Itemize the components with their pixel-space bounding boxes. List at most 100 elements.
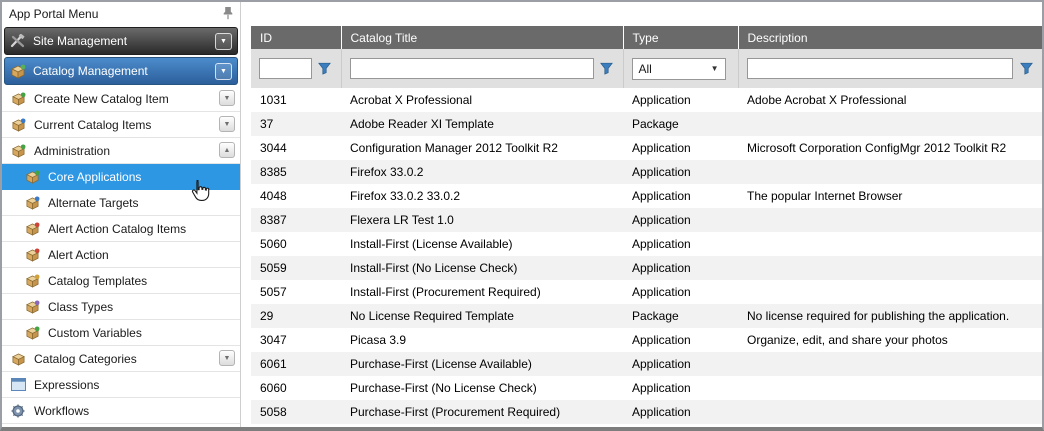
sidebar-item-label: Current Catalog Items [34,118,151,132]
table-row[interactable]: 5057Install-First (Procurement Required)… [251,280,1042,304]
catalog-grid-panel: ID Catalog Title Type Description [251,2,1042,427]
sidebar-item-current-catalog-items[interactable]: Current Catalog Items ▼ [2,112,240,138]
table-row[interactable]: 3044Configuration Manager 2012 Toolkit R… [251,136,1042,160]
collapse-button[interactable]: ▲ [219,142,235,158]
table-row[interactable]: 6060Purchase-First (No License Check)App… [251,376,1042,400]
sidebar-item-label: Class Types [48,300,113,314]
column-header-title[interactable]: Catalog Title [341,26,623,49]
table-row[interactable]: 29No License Required TemplatePackageNo … [251,304,1042,328]
expand-button[interactable]: ▼ [219,116,235,132]
cell-description [738,232,1042,256]
table-row[interactable]: 5059Install-First (No License Check)Appl… [251,256,1042,280]
sidebar-item-alert-action[interactable]: Alert Action [2,242,240,268]
group-label: Catalog Management [33,64,215,78]
id-filter-input[interactable] [259,58,312,79]
sidebar-item-class-types[interactable]: Class Types [2,294,240,320]
sidebar-item-label: Custom Variables [48,326,142,340]
table-row[interactable]: 37Adobe Reader XI TemplatePackage [251,112,1042,136]
sidebar-item-label: Alternate Targets [48,196,139,210]
cell-catalog-title: Adobe Reader XI Template [341,112,623,136]
type-filter-select[interactable]: All ▼ [632,58,726,80]
cell-catalog-title: Firefox 33.0.2 [341,160,623,184]
table-row[interactable]: 8385Firefox 33.0.2Application [251,160,1042,184]
cell-catalog-title: Purchase-First (Procurement Required) [341,400,623,424]
sidebar-item-label: Core Applications [48,170,141,184]
chevron-down-icon: ▼ [711,64,719,73]
cell-type: Application [623,232,738,256]
table-row[interactable]: 8387Flexera LR Test 1.0Application [251,208,1042,232]
chevron-down-icon[interactable]: ▼ [215,33,232,50]
catalog-table: ID Catalog Title Type Description [251,26,1042,424]
column-header-description[interactable]: Description [738,26,1042,49]
package-icon [25,300,42,314]
cell-type: Application [623,328,738,352]
cell-catalog-title: Install-First (Procurement Required) [341,280,623,304]
cell-id: 5057 [251,280,341,304]
cell-id: 6060 [251,376,341,400]
chevron-down-icon[interactable]: ▼ [215,63,232,80]
table-row[interactable]: 5060Install-First (License Available)App… [251,232,1042,256]
cell-id: 3044 [251,136,341,160]
expand-button[interactable]: ▼ [219,90,235,106]
group-label: Site Management [33,34,215,48]
cell-id: 29 [251,304,341,328]
cell-catalog-title: Purchase-First (No License Check) [341,376,623,400]
table-row[interactable]: 5058Purchase-First (Procurement Required… [251,400,1042,424]
cell-type: Application [623,280,738,304]
cell-description: No license required for publishing the a… [738,304,1042,328]
sidebar-item-label: Alert Action Catalog Items [48,222,186,236]
sidebar-item-label: Expressions [34,378,99,392]
table-row[interactable]: 1031Acrobat X ProfessionalApplicationAdo… [251,88,1042,112]
table-row[interactable]: 6061Purchase-First (License Available)Ap… [251,352,1042,376]
cell-description [738,160,1042,184]
sidebar-group-site-management[interactable]: Site Management ▼ [4,27,238,55]
sidebar-item-catalog-categories[interactable]: Catalog Categories▼ [2,346,240,372]
sidebar-item-create-new-catalog-item[interactable]: Create New Catalog Item▼ [2,86,240,112]
cell-type: Application [623,136,738,160]
sidebar-item-label: Catalog Templates [48,274,147,288]
title-filter-input[interactable] [350,58,594,79]
sidebar-item-workflows[interactable]: Workflows [2,398,240,424]
sidebar-item-alert-action-catalog-items[interactable]: Alert Action Catalog Items [2,216,240,242]
sidebar-item-core-applications[interactable]: Core Applications [2,164,240,190]
column-header-id[interactable]: ID [251,26,341,49]
sidebar-item-expressions[interactable]: Expressions [2,372,240,398]
tools-icon [10,34,28,48]
table-row[interactable]: 3047Picasa 3.9ApplicationOrganize, edit,… [251,328,1042,352]
filter-cell-description [738,49,1042,88]
filter-icon[interactable] [1018,61,1034,77]
filter-icon[interactable] [599,61,615,77]
sidebar-item-label: Workflows [34,404,89,418]
cell-description: Organize, edit, and share your photos [738,328,1042,352]
expand-button[interactable]: ▼ [219,350,235,366]
cell-id: 5060 [251,232,341,256]
cell-id: 5058 [251,400,341,424]
cell-description [738,400,1042,424]
cell-description: Adobe Acrobat X Professional [738,88,1042,112]
cell-description: The popular Internet Browser [738,184,1042,208]
cell-type: Application [623,160,738,184]
package-icon [10,64,28,79]
filter-row: All ▼ [251,49,1042,88]
filter-icon[interactable] [317,61,333,77]
sidebar-item-custom-variables[interactable]: Custom Variables [2,320,240,346]
description-filter-input[interactable] [747,58,1014,79]
cell-catalog-title: Purchase-First (License Available) [341,352,623,376]
cell-description [738,376,1042,400]
sidebar-group-catalog-management[interactable]: Catalog Management ▼ [4,57,238,85]
column-header-type[interactable]: Type [623,26,738,49]
sidebar-item-alternate-targets[interactable]: Alternate Targets [2,190,240,216]
table-header-row: ID Catalog Title Type Description [251,26,1042,49]
sidebar-item-administration[interactable]: Administration▲ [2,138,240,164]
cell-type: Application [623,256,738,280]
gear-icon [11,404,28,418]
splitter[interactable] [241,2,251,427]
package-icon [25,274,42,288]
pin-icon[interactable] [223,6,233,23]
cell-description [738,280,1042,304]
sidebar-item-catalog-templates[interactable]: Catalog Templates [2,268,240,294]
cell-description [738,352,1042,376]
table-row[interactable]: 4048Firefox 33.0.2 33.0.2ApplicationThe … [251,184,1042,208]
cell-description: Microsoft Corporation ConfigMgr 2012 Too… [738,136,1042,160]
package-add-icon [11,92,28,106]
